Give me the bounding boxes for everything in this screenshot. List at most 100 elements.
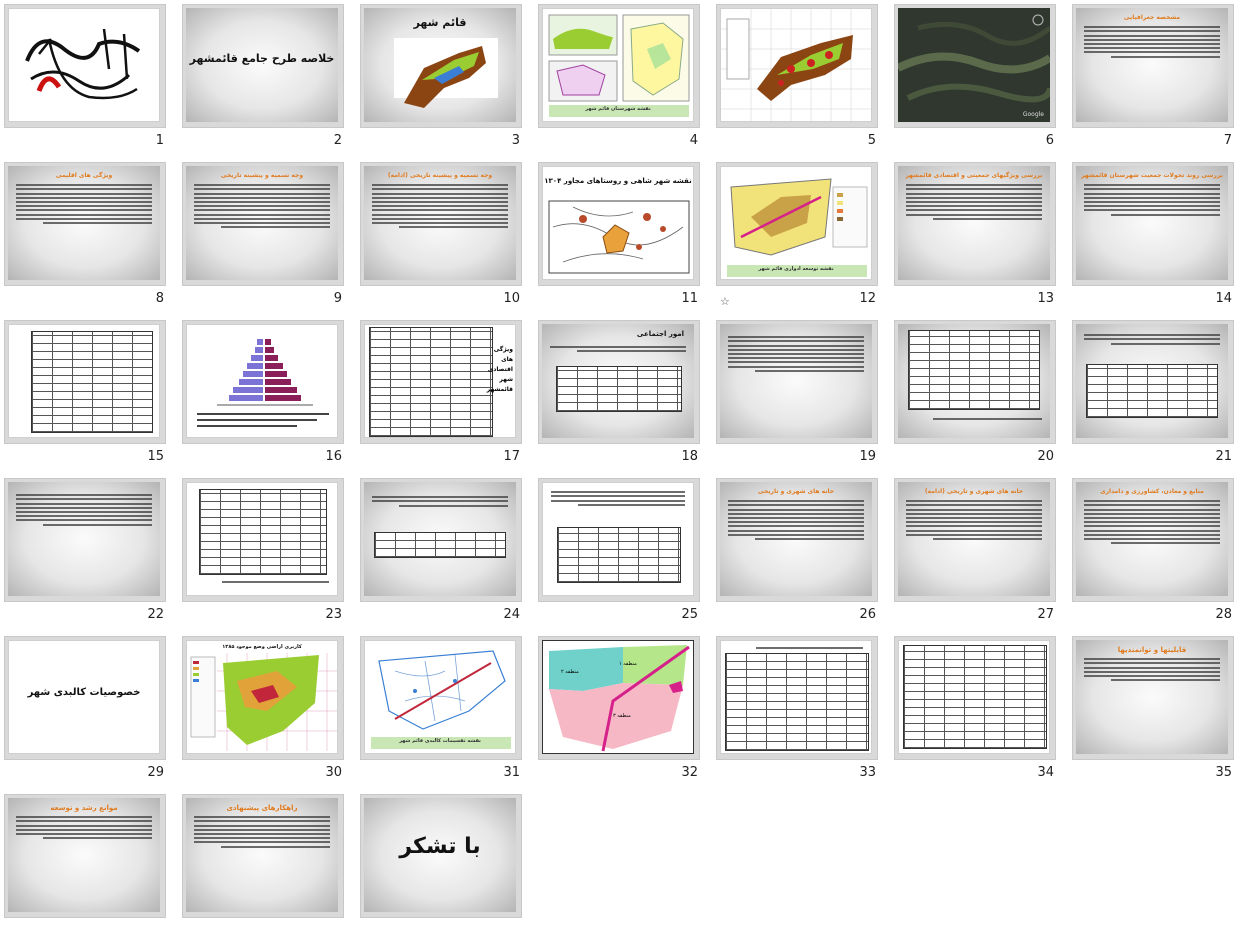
slide-number: 26 (859, 607, 876, 622)
slide-thumb-11[interactable]: نقشه شهر شاهی و روستاهای مجاور ۱۳۰۴ 11 (534, 158, 712, 316)
data-table (556, 366, 682, 412)
slide-thumb-33[interactable]: 33 (712, 632, 890, 790)
slide-body-text (1084, 182, 1220, 272)
slide-number: 7 (1223, 133, 1232, 148)
slide-number: 21 (1215, 449, 1232, 464)
region-label-1: منطقه ۱ (619, 661, 637, 667)
slide-thumb-21[interactable]: 21 (1068, 316, 1246, 474)
slide-thumb-4[interactable]: نقشه شهرستان قائم شهر 4 (534, 0, 712, 158)
slide-number: 11 (681, 291, 698, 306)
slide-thumb-25[interactable]: 25 (534, 474, 712, 632)
slide-thumb-37[interactable]: راهکارهای پیشنهادی (178, 790, 356, 948)
data-table (31, 331, 153, 433)
slide-28-canvas: منابع و معادن، کشاورزی و دامداری (1076, 482, 1228, 596)
slide-body-text (1084, 656, 1220, 746)
slide-thumb-7[interactable]: مشخصه جغرافیایی 7 (1068, 0, 1246, 158)
slide-thumb-2[interactable]: خلاصه طرح جامع قائمشهر 2 (178, 0, 356, 158)
slide-title: راهکارهای پیشنهادی (226, 804, 298, 812)
slide-thumb-20[interactable]: 20 (890, 316, 1068, 474)
slide-number: 8 (155, 291, 164, 306)
slide-thumb-27[interactable]: خانه های شهری و تاریخی (ادامه) 27 (890, 474, 1068, 632)
slide-thumb-29[interactable]: خصوصیات کالبدی شهر 29 (0, 632, 178, 790)
slide-thumb-13[interactable]: بررسی ویژگیهای جمعیتی و اقتصادی قائمشهر … (890, 158, 1068, 316)
slide-sorter-grid: 1 خلاصه طرح جامع قائمشهر 2 قائم شهر 3 نق… (0, 0, 1246, 918)
slide-number: 23 (325, 607, 342, 622)
slide-thumb-22[interactable]: 22 (0, 474, 178, 632)
old-map-icon (548, 200, 690, 274)
slide-18-canvas: امور اجتماعی (542, 324, 694, 438)
data-table (908, 330, 1040, 410)
slide-body-text (16, 814, 152, 904)
slide-16-canvas (186, 324, 338, 438)
slide-12-canvas: نقشه توسعه ادواری قائم شهر (720, 166, 872, 280)
slide-thumb-14[interactable]: بررسی روند تحولات جمعیت شهرستان قائمشهر … (1068, 158, 1246, 316)
slide-body-text (1084, 498, 1220, 588)
slide-thumb-1[interactable]: 1 (0, 0, 178, 158)
slide-35-canvas: قابلیتها و توانمندیها (1076, 640, 1228, 754)
slide-thumb-9[interactable]: وجه تسمیه و پیشینه تاریخی 9 (178, 158, 356, 316)
slide-title: موانع رشد و توسعه (50, 804, 118, 812)
slide-26-canvas: خانه های شهری و تاریخی (720, 482, 872, 596)
slide-thumb-23[interactable]: 23 (178, 474, 356, 632)
slide-thumb-5[interactable]: 5 (712, 0, 890, 158)
slide-title: وجه تسمیه و پیشینه تاریخی (220, 172, 304, 179)
slide-title: منابع و معادن، کشاورزی و دامداری (1100, 488, 1204, 495)
slide-27-canvas: خانه های شهری و تاریخی (ادامه) (898, 482, 1050, 596)
slide-34-canvas (898, 640, 1050, 754)
slide-body-text (1084, 24, 1220, 114)
slide-number: 4 (689, 133, 698, 148)
transition-star-icon: ☆ (720, 295, 730, 308)
slide-thumb-12[interactable]: نقشه توسعه ادواری قائم شهر 12 (712, 158, 890, 316)
map-caption: نقشه توسعه ادواری قائم شهر (758, 266, 834, 272)
slide-thumb-36[interactable]: موانع رشد و توسعه (0, 790, 178, 948)
slide-body-text (372, 182, 508, 272)
slide-number: 6 (1045, 133, 1054, 148)
slide-number: 15 (147, 449, 164, 464)
slide-1-canvas (8, 8, 160, 122)
slide-thumb-3[interactable]: قائم شهر 3 (356, 0, 534, 158)
slide-thumb-38[interactable]: با تشکر (356, 790, 534, 948)
slide-31-canvas: نقشه تقسیمات کالبدی قائم شهر (364, 640, 516, 754)
slide-thumb-18[interactable]: امور اجتماعی 18 (534, 316, 712, 474)
slide-thumb-35[interactable]: قابلیتها و توانمندیها 35 (1068, 632, 1246, 790)
slide-number: 32 (681, 765, 698, 780)
slide-title: ویژگی های اقلیمی (55, 172, 113, 179)
slide-29-canvas: خصوصیات کالبدی شهر (8, 640, 160, 754)
slide-body-text (194, 182, 330, 272)
slide-title: با تشکر (399, 834, 481, 859)
slide-number: 2 (333, 133, 342, 148)
slide-thumb-10[interactable]: وجه تسمیه و پیشینه تاریخی (ادامه) 10 (356, 158, 534, 316)
slide-14-canvas: بررسی روند تحولات جمعیت شهرستان قائمشهر (1076, 166, 1228, 280)
slide-thumb-15[interactable]: 15 (0, 316, 178, 474)
slide-thumb-17[interactable]: ویژگی های اقتصادی شهر قائمشهر 17 (356, 316, 534, 474)
map-caption: نقشه تقسیمات کالبدی قائم شهر (399, 738, 481, 744)
regions-map-icon (549, 645, 690, 752)
slide-thumb-26[interactable]: خانه های شهری و تاریخی 26 (712, 474, 890, 632)
slide-thumb-24[interactable]: 24 (356, 474, 534, 632)
slide-thumb-32[interactable]: منطقه ۱ منطقه ۲ منطقه ۳ 32 (534, 632, 712, 790)
slide-title: امور اجتماعی (636, 330, 684, 338)
slide-thumb-8[interactable]: ویژگی های اقلیمی 8 (0, 158, 178, 316)
slide-title: خصوصیات کالبدی شهر (27, 687, 141, 698)
slide-thumb-16[interactable]: 16 (178, 316, 356, 474)
slide-5-canvas (720, 8, 872, 122)
slide-thumb-6[interactable]: Google 6 (890, 0, 1068, 158)
slide-thumb-19[interactable]: 19 (712, 316, 890, 474)
slide-title: خانه های شهری و تاریخی (ادامه) (924, 488, 1024, 495)
slide-thumb-34[interactable]: 34 (890, 632, 1068, 790)
slide-number: 22 (147, 607, 164, 622)
slide-10-canvas: وجه تسمیه و پیشینه تاریخی (ادامه) (364, 166, 516, 280)
calligraphy-icon (25, 28, 141, 100)
slide-thumb-31[interactable]: نقشه تقسیمات کالبدی قائم شهر 31 (356, 632, 534, 790)
slide-title: خلاصه طرح جامع قائمشهر (189, 52, 335, 65)
slide-thumb-28[interactable]: منابع و معادن، کشاورزی و دامداری 28 (1068, 474, 1246, 632)
data-table (374, 532, 506, 558)
slide-thumb-30[interactable]: کاربری اراضی وضع موجود ۱۳۸۵ 30 (178, 632, 356, 790)
region-label-3: منطقه ۳ (613, 713, 631, 719)
slide-number: 12 (859, 291, 876, 306)
terrain-map-icon (394, 38, 498, 108)
slide-36-canvas: موانع رشد و توسعه (8, 798, 160, 912)
google-logo-text: Google (1022, 111, 1044, 118)
slide-title: خانه های شهری و تاریخی (757, 488, 835, 495)
slide-number: 14 (1215, 291, 1232, 306)
